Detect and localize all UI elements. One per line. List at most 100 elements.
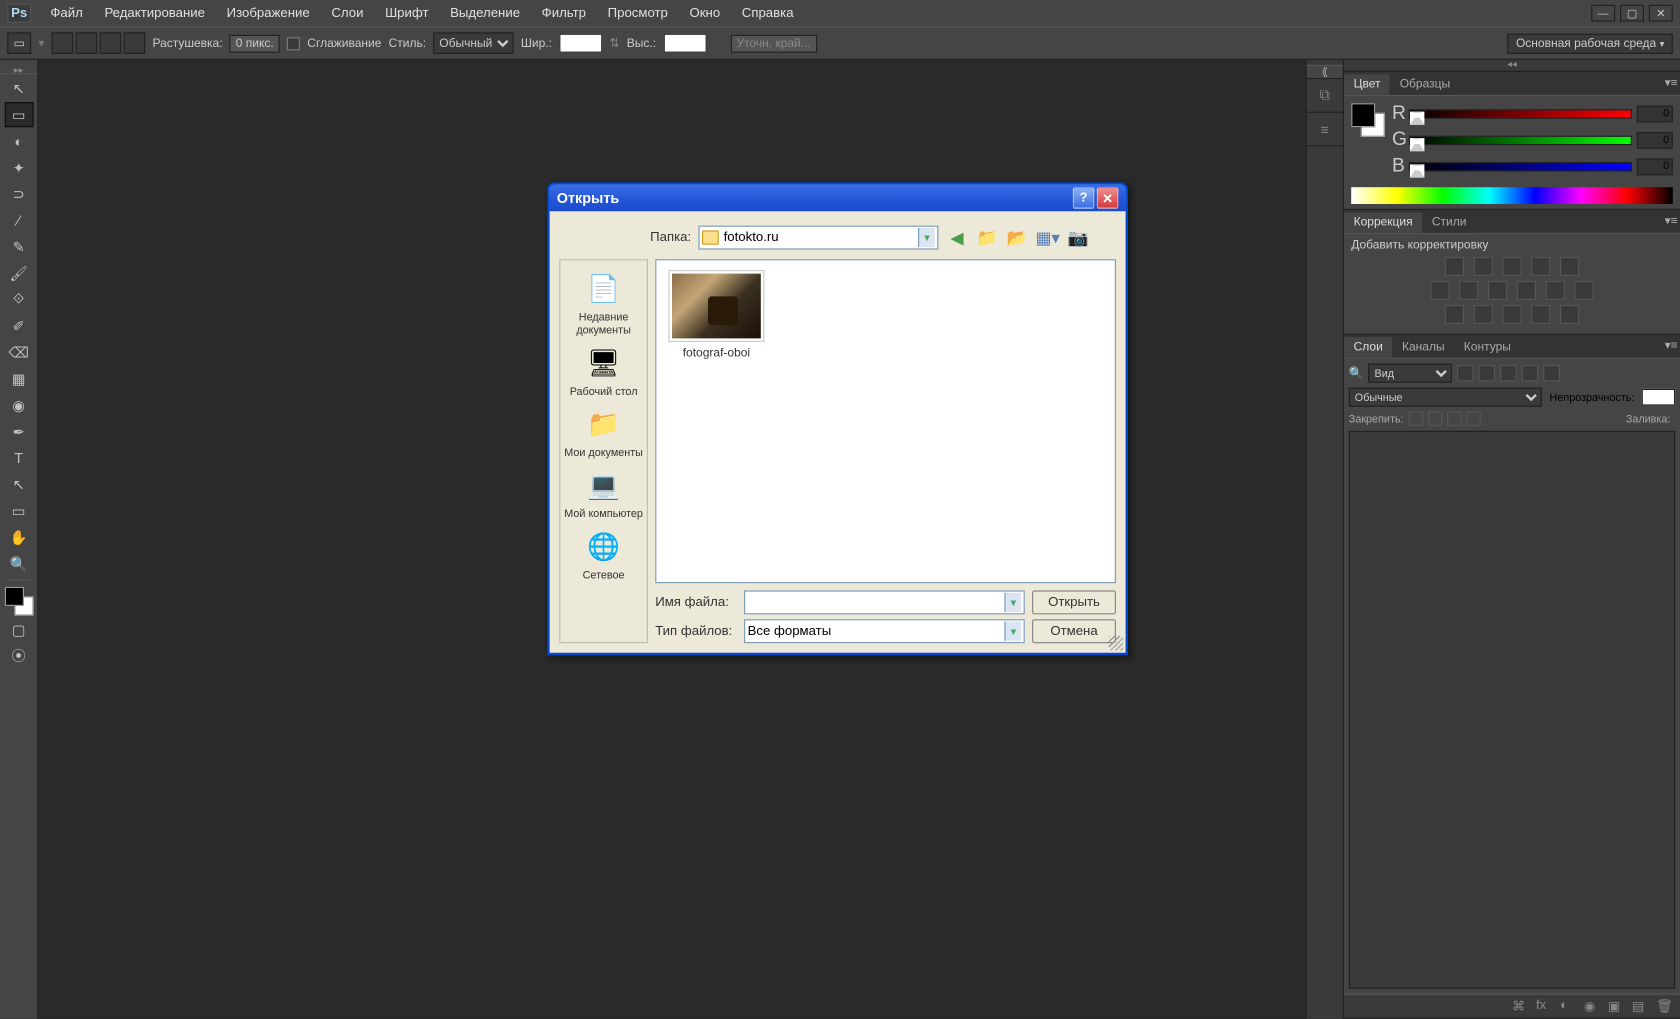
menu-select[interactable]: Выделение	[441, 4, 530, 23]
tool-eyedropper[interactable]: ⁄	[4, 208, 33, 233]
menu-layers[interactable]: Слои	[322, 4, 373, 23]
maximize-button[interactable]: ▢	[1620, 5, 1644, 22]
tool-pen[interactable]: ✒	[4, 419, 33, 444]
place-network[interactable]: 🌐 Сетевое	[560, 526, 646, 585]
selection-add[interactable]	[76, 32, 98, 54]
tool-stamp[interactable]: ⟐	[4, 287, 33, 312]
feather-input[interactable]: 0 пикс.	[230, 34, 280, 52]
adj-hue[interactable]	[1430, 281, 1449, 300]
tool-hand[interactable]: ✋	[4, 524, 33, 549]
tool-lasso[interactable]: ◐	[4, 128, 33, 153]
tool-path-select[interactable]: ↖	[4, 472, 33, 497]
lock-pixels[interactable]	[1428, 412, 1442, 426]
folder-select[interactable]: fotokto.ru ▼	[698, 226, 938, 250]
adj-exposure[interactable]	[1531, 257, 1550, 276]
current-tool-indicator[interactable]: ▭	[7, 32, 31, 54]
tool-move[interactable]: ↖	[4, 76, 33, 101]
filter-type-select[interactable]: Вид	[1369, 364, 1453, 383]
b-slider[interactable]	[1409, 162, 1632, 172]
tool-healing[interactable]: ✎	[4, 234, 33, 259]
selection-intersect[interactable]	[124, 32, 146, 54]
trash-icon[interactable]: 🗑	[1656, 998, 1673, 1015]
lock-position[interactable]	[1447, 412, 1461, 426]
dialog-resize-handle[interactable]	[1109, 636, 1123, 650]
adj-gradientmap[interactable]	[1531, 305, 1550, 324]
style-select[interactable]: Обычный	[433, 32, 513, 54]
panel-fg-color[interactable]	[1351, 103, 1375, 127]
workspace-switcher[interactable]: Основная рабочая среда ▾	[1508, 33, 1673, 53]
filter-adjust[interactable]	[1479, 365, 1496, 382]
filetype-dropdown[interactable]: ▼	[1004, 622, 1021, 641]
g-value[interactable]: 0	[1637, 132, 1673, 149]
adj-threshold[interactable]	[1502, 305, 1521, 324]
adj-invert[interactable]	[1445, 305, 1464, 324]
tool-marquee[interactable]: ▭	[4, 102, 33, 127]
filter-shape[interactable]	[1522, 365, 1539, 382]
color-spectrum[interactable]	[1351, 187, 1673, 204]
menu-file[interactable]: Файл	[41, 4, 93, 23]
tool-rectangle[interactable]: ▭	[4, 498, 33, 523]
camera-icon[interactable]: 📷	[1067, 226, 1090, 250]
lock-transparency[interactable]	[1408, 412, 1422, 426]
place-desktop[interactable]: 🖥 Рабочий стол	[560, 342, 646, 401]
width-input[interactable]	[559, 34, 602, 53]
blend-mode-select[interactable]: Обычные	[1349, 388, 1543, 407]
open-button[interactable]: Открыть	[1032, 590, 1116, 614]
place-mycomputer[interactable]: 💻 Мой компьютер	[560, 464, 646, 523]
tool-dodge[interactable]: ◉	[4, 392, 33, 417]
filename-dropdown[interactable]: ▼	[1004, 593, 1021, 612]
place-recent[interactable]: 📄 Недавние документы	[560, 268, 646, 340]
tab-color[interactable]: Цвет	[1344, 74, 1390, 94]
panel-color-swatches[interactable]	[1351, 103, 1385, 137]
tool-type[interactable]: T	[4, 445, 33, 470]
refine-edge-button[interactable]: Уточн. край...	[731, 34, 817, 52]
tab-styles[interactable]: Стили	[1422, 212, 1476, 232]
adj-selective[interactable]	[1560, 305, 1579, 324]
fg-color-swatch[interactable]	[4, 587, 23, 606]
tool-quickmask[interactable]: ▢	[4, 617, 33, 642]
layers-list[interactable]	[1349, 431, 1675, 989]
selection-new[interactable]	[52, 32, 74, 54]
tab-swatches[interactable]: Образцы	[1390, 74, 1460, 94]
strip-collapse-handle[interactable]: ⟪	[1307, 65, 1343, 79]
group-icon[interactable]: ▣	[1608, 998, 1625, 1015]
tab-paths[interactable]: Контуры	[1454, 337, 1520, 357]
tool-brush[interactable]: 🖌	[4, 260, 33, 285]
tool-history-brush[interactable]: ✐	[4, 313, 33, 338]
selection-subtract[interactable]	[100, 32, 122, 54]
strip-panel-2[interactable]: ≡	[1307, 113, 1343, 147]
tool-eraser[interactable]: ⌫	[4, 340, 33, 365]
tool-zoom[interactable]: 🔍	[4, 551, 33, 576]
adj-colorbalance[interactable]	[1459, 281, 1478, 300]
dialog-close-button[interactable]: ✕	[1097, 187, 1119, 209]
menu-type[interactable]: Шрифт	[375, 4, 438, 23]
folder-dropdown-arrow[interactable]: ▼	[918, 228, 935, 247]
file-list-area[interactable]: fotograf-oboi	[655, 259, 1116, 583]
close-button[interactable]: ✕	[1649, 5, 1673, 22]
nav-back-icon[interactable]: ◀	[946, 226, 969, 250]
b-value[interactable]: 0	[1637, 158, 1673, 175]
dialog-titlebar[interactable]: Открыть ? ✕	[550, 185, 1126, 211]
panels-collapse[interactable]: ◂◂	[1344, 60, 1680, 72]
adj-channelmixer[interactable]	[1546, 281, 1565, 300]
lock-all[interactable]	[1466, 412, 1480, 426]
adj-posterize[interactable]	[1474, 305, 1493, 324]
filter-type[interactable]	[1501, 365, 1518, 382]
filter-smart[interactable]	[1544, 365, 1561, 382]
adj-brightness[interactable]	[1445, 257, 1464, 276]
layers-panel-menu[interactable]: ▾≡	[1665, 340, 1678, 353]
antialias-checkbox[interactable]	[287, 37, 300, 50]
adj-curves[interactable]	[1502, 257, 1521, 276]
tool-wand[interactable]: ✦	[4, 155, 33, 180]
menu-view[interactable]: Просмотр	[598, 4, 678, 23]
filetype-select[interactable]: Все форматы ▼	[744, 619, 1025, 643]
adj-colorlookup[interactable]	[1574, 281, 1593, 300]
height-input[interactable]	[663, 34, 706, 53]
color-swatches[interactable]	[4, 587, 33, 616]
link-layers-icon[interactable]: ⌘	[1512, 998, 1529, 1015]
cancel-button[interactable]: Отмена	[1032, 619, 1116, 643]
tool-screenmode[interactable]: ⦿	[4, 643, 33, 668]
tab-layers[interactable]: Слои	[1344, 337, 1392, 357]
filter-pixel[interactable]	[1457, 365, 1474, 382]
menu-window[interactable]: Окно	[680, 4, 730, 23]
